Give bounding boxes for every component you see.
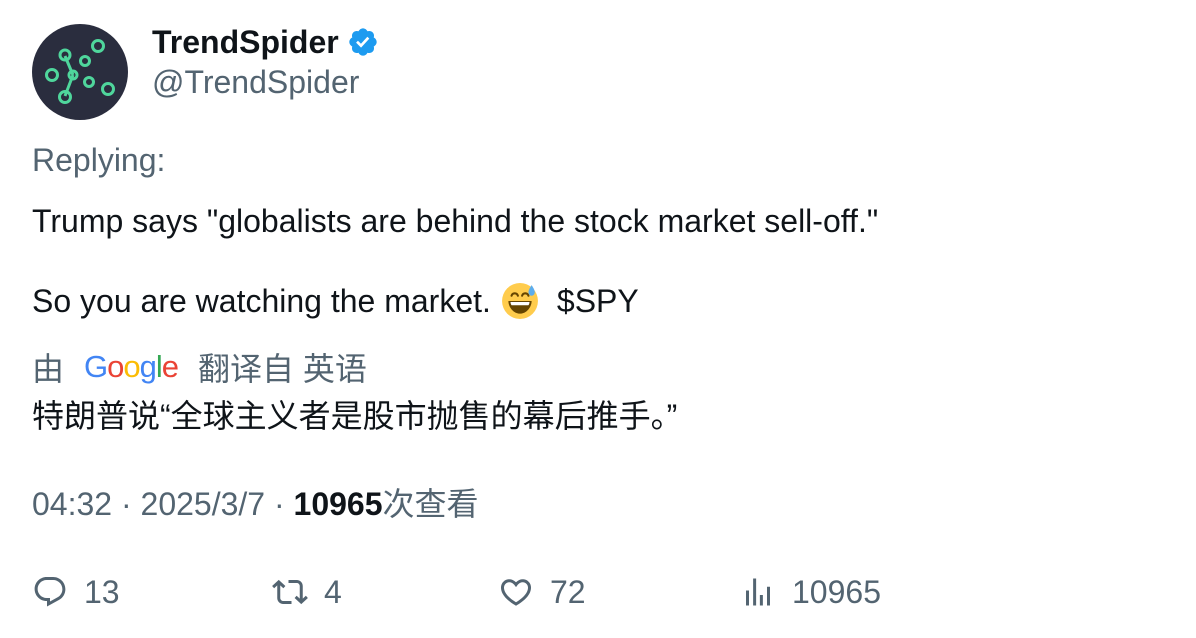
- reply-button[interactable]: 13: [32, 570, 120, 614]
- replying-label: Replying:: [32, 142, 166, 178]
- like-count: 72: [550, 573, 586, 610]
- translated-text: 特朗普说“全球主义者是股市抛售的幕后推手。”: [32, 398, 678, 434]
- views-button[interactable]: 10965: [740, 570, 881, 614]
- tweet-text-line-2: So you are watching the market. $SPY: [32, 281, 639, 321]
- name-row: TrendSpider: [152, 22, 379, 62]
- author-block: TrendSpider @TrendSpider: [152, 22, 379, 102]
- google-logo: Google: [84, 349, 179, 384]
- tweet-time[interactable]: 04:32: [32, 486, 112, 522]
- views-label: 次查看: [382, 486, 479, 522]
- retweet-count: 4: [324, 573, 342, 610]
- like-button[interactable]: 72: [498, 570, 586, 614]
- translation-suffix[interactable]: 翻译自 英语: [198, 344, 367, 390]
- views-count: 10965: [293, 486, 383, 522]
- trendspider-logo-icon: [45, 39, 115, 104]
- meta-separator: ·: [112, 486, 141, 522]
- tweet-date[interactable]: 2025/3/7: [141, 486, 266, 522]
- translation-attribution: 由 Google 翻译自 英语: [32, 347, 367, 387]
- tweet-card: TrendSpider @TrendSpider Replying: Trump…: [0, 0, 1196, 638]
- tweet-text: So you are watching the market.: [32, 283, 491, 319]
- verified-badge-icon: [349, 28, 377, 56]
- meta-separator: ·: [265, 486, 294, 522]
- handle[interactable]: @TrendSpider: [152, 62, 379, 102]
- tweet-text-line-1: Trump says "globalists are behind the st…: [32, 203, 879, 239]
- reply-count: 13: [84, 573, 120, 610]
- tweet-meta: 04:32 · 2025/3/7 · 10965次查看: [32, 484, 479, 524]
- grinning-face-with-sweat-emoji-icon: [501, 283, 538, 319]
- translation-prefix: 由: [32, 351, 65, 387]
- retweet-icon: [272, 579, 308, 605]
- action-bar: 13 4 72 10965: [32, 570, 1152, 614]
- avatar[interactable]: [32, 24, 128, 120]
- views-chart-icon: [746, 578, 770, 606]
- heart-icon: [500, 579, 532, 606]
- ticker-link[interactable]: $SPY: [557, 281, 639, 321]
- reply-icon: [34, 577, 66, 607]
- views-count-action: 10965: [792, 573, 881, 610]
- display-name[interactable]: TrendSpider: [152, 24, 339, 61]
- retweet-button[interactable]: 4: [272, 570, 342, 614]
